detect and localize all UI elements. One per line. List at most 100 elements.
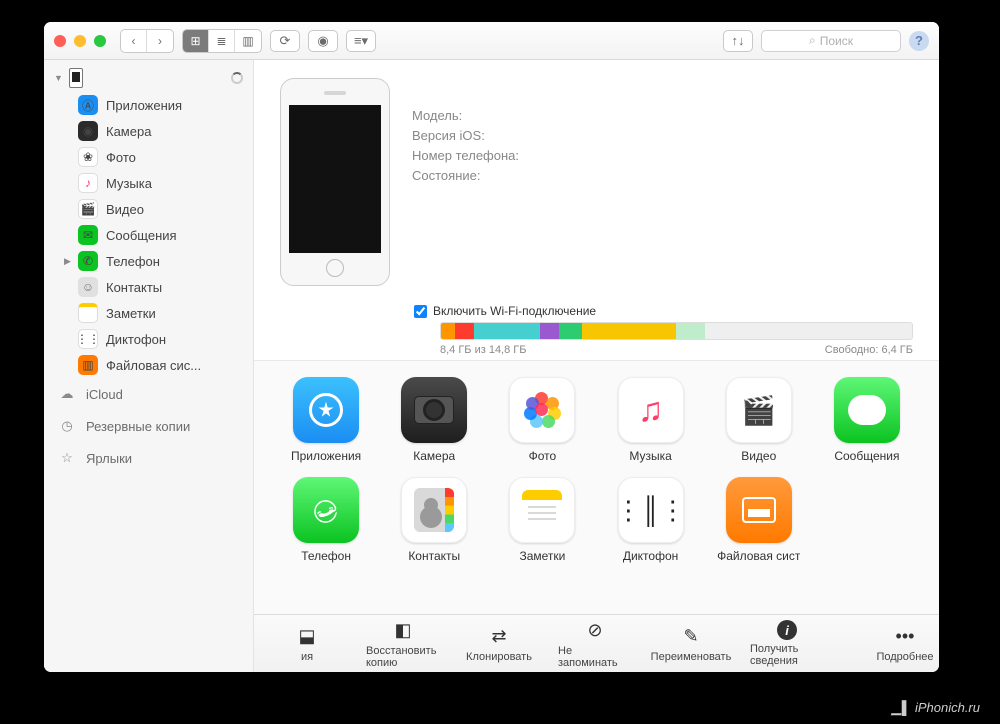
close-window-button[interactable] [54,35,66,47]
zoom-window-button[interactable] [94,35,106,47]
sidebar: ▼ ⒶПриложения ◉Камера ❀Фото ♪ Музыка 🎬 Вид… [44,60,254,672]
video-icon: 🎬 [78,199,98,219]
app-label: Файловая сист [717,549,800,563]
sidebar-item-music[interactable]: ♪ Музыка [44,170,253,196]
reload-button[interactable]: ⟳ [270,30,300,52]
info-icon: i [777,620,797,640]
app-label: Камера [413,449,455,463]
app-label: Контакты [408,549,460,563]
app-window: ‹ › ⊞ ≣ ▥ ⟳ ◉ ≡▾ ↑↓ ⌕ Поиск ? ▼ ⒶПриложе [44,22,939,672]
phone-number-label: Номер телефона: [412,146,913,166]
app-label: Сообщения [834,449,899,463]
sidebar-item-label: Музыка [106,176,152,191]
sidebar-item-label: Фото [106,150,136,165]
loading-spinner-icon [231,72,243,84]
tool-get-info[interactable]: iПолучить сведения [750,620,824,667]
chevron-right-icon: ▶ [64,256,71,267]
messages-icon: ✉ [78,225,98,245]
transfer-button[interactable]: ↑↓ [723,30,753,52]
wifi-label: Включить Wi-Fi-подключение [433,304,596,318]
tool-forget[interactable]: ⊘Не запоминать [558,618,632,669]
app-messages[interactable]: Сообщения [817,377,917,463]
app-voice[interactable]: ⋮║⋮Диктофон [600,477,700,563]
view-columns-button[interactable]: ▥ [235,30,261,52]
sidebar-device-row[interactable]: ▼ [44,64,253,92]
cloud-icon: ☁ [58,385,76,403]
sidebar-section-shortcuts[interactable]: ☆Ярлыки [44,442,253,474]
app-video[interactable]: 🎬Видео [709,377,809,463]
phone-icon: ✆ [78,251,98,271]
sidebar-item-apps[interactable]: ⒶПриложения [44,92,253,118]
sidebar-item-voice[interactable]: ⋮⋮ Диктофон [44,326,253,352]
tool-restore-backup[interactable]: ◧Восстановить копию [366,618,440,669]
storage-segment [441,323,455,339]
sidebar-item-label: Диктофон [106,332,166,347]
minimize-window-button[interactable] [74,35,86,47]
view-grid-button[interactable]: ⊞ [183,30,209,52]
chevron-down-icon: ▼ [54,73,63,83]
device-details: Модель: Версия iOS: Номер телефона: Сост… [412,78,913,286]
sidebar-section-label: iCloud [86,387,123,402]
sidebar-section-backups[interactable]: ◷Резервные копии [44,410,253,442]
sidebar-item-contacts[interactable]: ☺Контакты [44,274,253,300]
view-list-button[interactable]: ≣ [209,30,235,52]
app-photos[interactable]: Фото [492,377,592,463]
app-files[interactable]: Файловая сист [709,477,809,563]
app-label: Музыка [629,449,671,463]
device-info: Модель: Версия iOS: Номер телефона: Сост… [254,60,939,296]
storage-indicator: 8,4 ГБ из 14,8 ГБ Свободно: 6,4 ГБ [440,322,913,356]
sort-button[interactable]: ≡▾ [346,30,376,52]
device-icon [69,68,83,88]
storage-used-label: 8,4 ГБ из 14,8 ГБ [440,344,526,356]
app-phone[interactable]: ✆Телефон [276,477,376,563]
storage-free-label: Свободно: 6,4 ГБ [825,344,913,356]
view-mode-switcher: ⊞ ≣ ▥ [182,29,262,53]
app-label: Телефон [301,549,351,563]
device-image [280,78,390,286]
wifi-toggle-row: Включить Wi-Fi-подключение [414,304,939,318]
clock-icon: ◷ [58,417,76,435]
storage-segment [540,323,559,339]
apps-grid-wrapper: Приложения Камера Фото♫Музыка🎬Видео Сообщен… [254,360,939,614]
cube-icon: ◧ [391,618,415,642]
wifi-checkbox[interactable] [414,305,427,318]
nav-back-button[interactable]: ‹ [121,30,147,52]
sidebar-item-messages[interactable]: ✉ Сообщения [44,222,253,248]
bottom-toolbar: ⬓ия ◧Восстановить копию ⇄Клонировать ⊘Не… [254,614,939,672]
tool-more[interactable]: ••• Подробнее [868,624,939,663]
tool-rename[interactable]: ✎Переименовать [654,624,728,663]
help-button[interactable]: ? [909,31,929,51]
voice-memo-icon: ⋮⋮ [78,329,98,349]
app-music[interactable]: ♫Музыка [600,377,700,463]
sidebar-item-video[interactable]: 🎬 Видео [44,196,253,222]
app-label: Видео [741,449,776,463]
sidebar-item-files[interactable]: ▥ Файловая сис... [44,352,253,378]
tool-partial[interactable]: ⬓ия [270,624,344,663]
sidebar-item-photos[interactable]: ❀Фото [44,144,253,170]
storage-segment [474,323,540,339]
sidebar-section-label: Ярлыки [86,451,132,466]
sidebar-section-icloud[interactable]: ☁ iCloud [44,378,253,410]
search-input[interactable]: ⌕ Поиск [761,30,901,52]
storage-bar [440,322,913,340]
app-notes[interactable]: Заметки [492,477,592,563]
app-apps[interactable]: Приложения [276,377,376,463]
tool-clone[interactable]: ⇄Клонировать [462,624,536,663]
sidebar-item-phone[interactable]: ▶✆Телефон [44,248,253,274]
app-label: Диктофон [623,549,678,563]
app-contacts[interactable]: Контакты [384,477,484,563]
clone-icon: ⇄ [487,624,511,648]
sidebar-item-camera[interactable]: ◉Камера [44,118,253,144]
music-icon: ♪ [78,173,98,193]
sidebar-item-label: Камера [106,124,151,139]
preview-button[interactable]: ◉ [308,30,338,52]
tool-label: Подробнее [876,651,933,663]
nav-forward-button[interactable]: › [147,30,173,52]
more-icon: ••• [893,624,917,648]
sidebar-item-label: Файловая сис... [106,358,201,373]
sidebar-item-label: Сообщения [106,228,177,243]
sidebar-item-notes[interactable]: Заметки [44,300,253,326]
app-camera[interactable]: Камера [384,377,484,463]
files-icon: ▥ [78,355,98,375]
sidebar-item-label: Видео [106,202,144,217]
